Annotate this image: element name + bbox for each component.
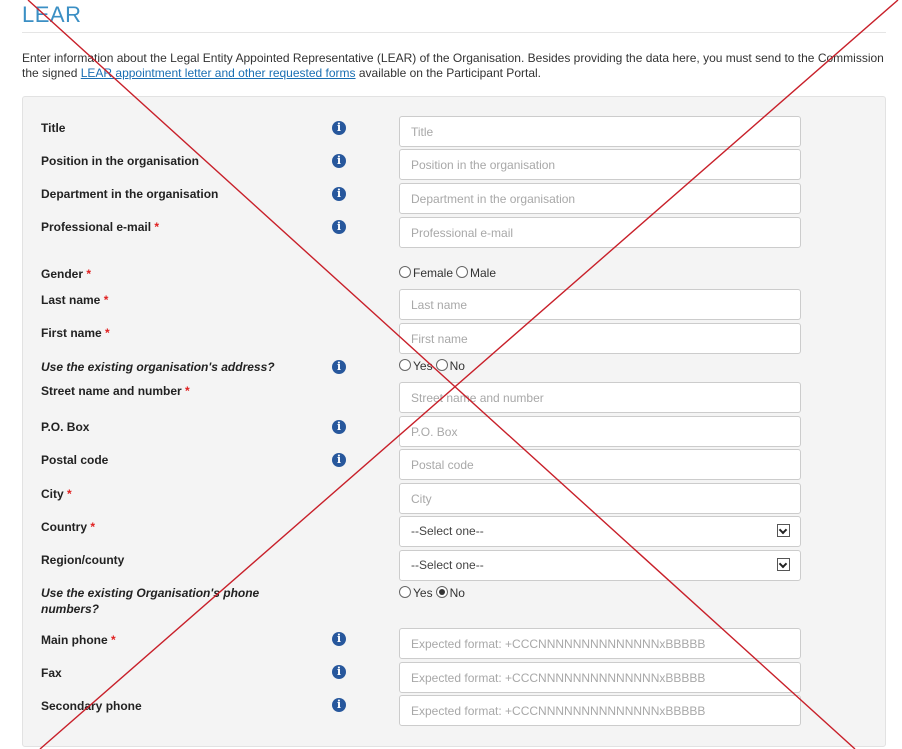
country-select[interactable]: --Select one-- — [399, 516, 801, 547]
region-label: Region/county — [41, 553, 125, 567]
info-icon[interactable]: i — [332, 453, 346, 467]
use-address-yes-radio[interactable] — [399, 359, 411, 371]
use-phones-yes-radio[interactable] — [399, 586, 411, 598]
use-phones-label: Use the existing Organisation's phone nu… — [41, 586, 260, 616]
position-label: Position in the organisation — [41, 154, 200, 168]
region-select[interactable]: --Select one-- — [399, 550, 801, 581]
info-icon[interactable]: i — [332, 665, 346, 679]
section-heading: LEAR — [22, 2, 886, 33]
required-mark: * — [103, 293, 109, 307]
info-icon[interactable]: i — [332, 632, 346, 646]
gender-male-radio[interactable] — [456, 266, 469, 278]
required-mark: * — [67, 487, 72, 501]
use-phones-no-label: No — [449, 586, 465, 600]
first-name-label: First name * — [41, 326, 110, 340]
fax-input[interactable] — [399, 662, 801, 693]
title-input[interactable] — [399, 116, 801, 147]
gender-label: Gender * — [41, 267, 92, 281]
first-name-input[interactable] — [399, 323, 801, 354]
use-address-label: Use the existing organisation's address? — [41, 360, 275, 374]
po-box-input[interactable] — [399, 416, 801, 447]
intro-text-after: available on the Participant Portal. — [355, 66, 541, 80]
use-phones-yes-label: Yes — [413, 586, 433, 600]
required-mark: * — [154, 220, 160, 234]
chevron-down-icon[interactable] — [777, 558, 790, 571]
postal-code-input[interactable] — [399, 449, 801, 480]
use-address-radio-group: Yes No — [399, 359, 468, 373]
department-label: Department in the organisation — [41, 187, 219, 201]
country-select-value: --Select one-- — [411, 524, 484, 538]
region-select-value: --Select one-- — [411, 558, 484, 572]
last-name-input[interactable] — [399, 289, 801, 320]
main-phone-label: Main phone * — [41, 633, 116, 647]
required-mark: * — [86, 267, 92, 281]
use-address-no-radio[interactable] — [435, 359, 448, 371]
info-icon[interactable]: i — [332, 220, 346, 234]
required-mark: * — [111, 633, 116, 647]
email-label: Professional e-mail * — [41, 220, 160, 234]
info-icon[interactable]: i — [332, 154, 346, 168]
required-mark: * — [105, 326, 110, 340]
city-label: City * — [41, 487, 72, 501]
department-input[interactable] — [399, 183, 801, 214]
info-icon[interactable]: i — [332, 187, 346, 201]
fax-label: Fax — [41, 666, 62, 680]
use-address-yes-label: Yes — [413, 359, 433, 373]
position-input[interactable] — [399, 149, 801, 180]
city-input[interactable] — [399, 483, 801, 514]
po-box-label: P.O. Box — [41, 420, 90, 434]
lear-forms-link[interactable]: LEAR appointment letter and other reques… — [81, 66, 356, 80]
gender-female-label: Female — [413, 266, 454, 280]
street-label: Street name and number * — [41, 384, 190, 398]
country-label: Country * — [41, 520, 96, 534]
use-phones-radio-group: Yes No — [399, 586, 468, 600]
title-label: Title — [41, 121, 66, 135]
postal-code-label: Postal code — [41, 453, 109, 467]
use-address-no-label: No — [449, 359, 465, 373]
use-phones-no-radio[interactable] — [435, 586, 448, 598]
gender-radio-group: Female Male — [399, 266, 499, 280]
info-icon[interactable]: i — [332, 360, 346, 374]
required-mark: * — [90, 520, 96, 534]
intro-text: Enter information about the Legal Entity… — [22, 51, 892, 81]
last-name-label: Last name * — [41, 293, 109, 307]
main-phone-input[interactable] — [399, 628, 801, 659]
chevron-down-icon[interactable] — [777, 524, 790, 537]
lear-form-panel: Title i Position in the organisation i D… — [22, 96, 886, 747]
required-mark: * — [185, 384, 190, 398]
secondary-phone-label: Secondary phone — [41, 699, 142, 713]
secondary-phone-input[interactable] — [399, 695, 801, 726]
street-input[interactable] — [399, 382, 801, 413]
gender-male-label: Male — [470, 266, 497, 280]
info-icon[interactable]: i — [332, 698, 346, 712]
info-icon[interactable]: i — [332, 121, 346, 135]
info-icon[interactable]: i — [332, 420, 346, 434]
gender-female-radio[interactable] — [399, 266, 411, 278]
email-input[interactable] — [399, 217, 801, 248]
